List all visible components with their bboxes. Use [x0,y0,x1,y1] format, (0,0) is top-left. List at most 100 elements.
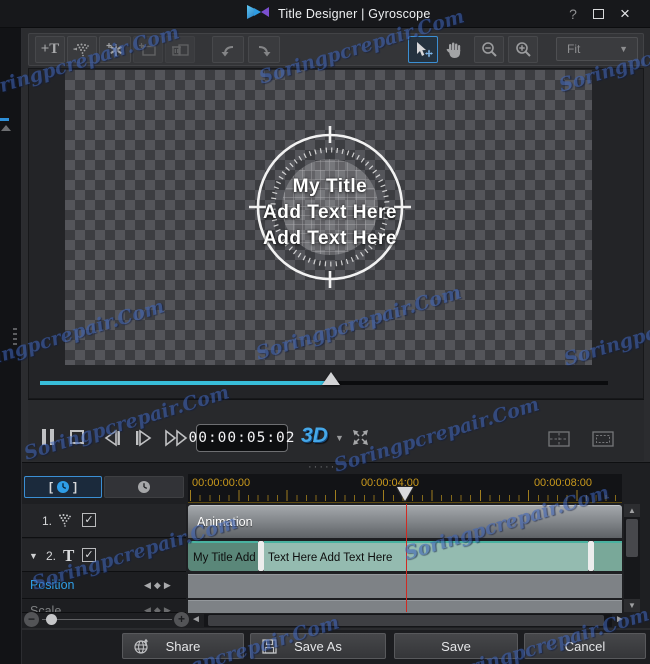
3d-mode-button[interactable]: 3D [301,424,328,448]
tab-keyframe-timeline[interactable]: [ ] [24,476,102,498]
tv-safe-zone-icon [592,431,614,447]
3d-mode-caret-icon[interactable]: ▼ [335,433,344,443]
text-clip-segment-3[interactable] [594,541,622,571]
cancel-button[interactable]: Cancel [524,633,646,659]
timeline-zoom-slider[interactable] [42,619,172,620]
play-button[interactable] [133,429,155,447]
add-particle-button[interactable] [67,36,97,63]
delete-button[interactable] [165,36,195,63]
save-as-label: Save As [294,638,342,654]
scroll-left-button[interactable]: ◄ [191,613,201,627]
strip-marker-icon [1,125,11,131]
redo-icon [258,45,271,56]
title-line-2[interactable]: Add Text Here [220,200,440,226]
help-button[interactable]: ? [564,7,582,22]
timecode-display[interactable]: 00:00:05:02 [188,424,295,452]
position-keyframe-nav[interactable]: ◀◆▶ [144,580,174,591]
ruler-label-0: 00:00:00:00 [192,477,251,489]
add-image-button[interactable] [133,36,163,63]
fast-forward-button[interactable] [163,429,191,447]
effect-asterisk-icon [106,42,123,56]
scroll-down-button[interactable]: ▼ [624,599,640,612]
vertical-scroll-thumb[interactable] [626,519,638,557]
position-keyframe-track[interactable] [188,574,622,598]
select-tool-button[interactable] [408,36,438,63]
position-label: Position [30,578,75,592]
seek-slider-thumb[interactable] [322,372,340,385]
timeline-zoom-out-button[interactable]: − [24,612,39,627]
previous-frame-button[interactable] [101,429,123,447]
maximize-button[interactable] [590,7,608,22]
add-effect-button[interactable] [99,36,131,63]
hand-icon [446,42,461,58]
track1-header: 1. ✓ [22,504,186,538]
particle-track-icon [59,514,71,527]
share-button[interactable]: Share [122,633,244,659]
seek-slider-fill [40,381,332,385]
playhead-marker[interactable] [397,487,413,501]
scroll-right-button[interactable]: ► [615,613,625,627]
position-row-header[interactable]: Position ◀◆▶ [22,572,186,599]
hand-tool-button[interactable] [440,36,468,63]
trash-icon [172,43,189,56]
animation-clip[interactable]: Animation [188,505,622,538]
timeline-zoom-in-button[interactable]: + [174,612,189,627]
redo-button[interactable] [248,36,280,63]
share-label: Share [165,638,201,654]
maximize-icon [593,9,604,19]
scroll-up-button[interactable]: ▲ [624,504,640,517]
scale-row-header[interactable]: Scale ◀◆▶ [22,600,186,613]
track2-number: 2. [46,549,57,563]
scale-keyframe-nav[interactable]: ◀◆▶ [144,605,174,612]
cancel-label: Cancel [564,638,606,654]
share-globe-icon [134,638,149,654]
preview-title-text[interactable]: My Title Add Text Here Add Text Here [220,174,440,252]
clock-icon [57,481,69,493]
save-button[interactable]: Save [394,633,518,659]
tv-safe-zone-button[interactable] [592,431,614,452]
particle-icon [73,43,89,56]
horizontal-scroll-thumb[interactable] [208,615,604,626]
track2-visibility-checkbox[interactable]: ✓ [82,548,96,562]
strip-accent-line [0,118,9,121]
save-label: Save [441,638,471,654]
tab-duration-view[interactable] [104,476,184,498]
fullscreen-icon [353,430,368,445]
pause-button[interactable] [40,429,56,445]
ruler-label-2: 00:00:08:00 [533,477,593,489]
collapse-arrow-icon[interactable]: ▼ [29,551,38,561]
undo-icon [221,45,234,56]
titlebar[interactable]: Title Designer | Gyroscope ? × [0,0,650,28]
stop-icon [70,430,84,444]
gridlines-toggle-button[interactable] [548,431,570,452]
playhead-line [406,504,407,612]
zoom-out-button[interactable] [474,36,504,63]
save-as-button[interactable]: Save As [250,633,386,659]
stop-button[interactable] [70,430,84,444]
floppy-icon [262,639,277,654]
text-clip-segment-1[interactable]: My Title Add [188,541,258,571]
panel-drag-handle[interactable] [13,328,17,348]
add-text-button[interactable]: +T [35,36,65,63]
fit-dropdown[interactable]: Fit ▼ [556,37,638,61]
play-icon [136,429,152,447]
timeline-zoom-thumb[interactable] [46,614,57,625]
text-clip-segment-2[interactable]: Text Here Add Text Here [264,541,588,571]
track1-number: 1. [42,514,53,528]
timeline-resize-grip[interactable]: ····· [308,462,336,473]
text-track-icon: T [63,546,75,565]
close-button[interactable]: × [616,5,634,22]
track1-visibility-checkbox[interactable]: ✓ [82,513,96,527]
app-logo-icon [246,4,270,25]
track2-header: ▼ 2. T ✓ [22,539,186,572]
window-title: Title Designer | Gyroscope [278,7,431,21]
add-text-icon: +T [40,41,60,57]
fast-forward-icon [165,429,188,447]
scale-keyframe-track[interactable] [188,600,622,613]
gridlines-icon [548,431,570,447]
fullscreen-button[interactable] [351,428,370,452]
undo-button[interactable] [212,36,244,63]
title-line-1[interactable]: My Title [220,174,440,200]
zoom-in-button[interactable] [508,36,538,63]
title-line-3[interactable]: Add Text Here [220,226,440,252]
